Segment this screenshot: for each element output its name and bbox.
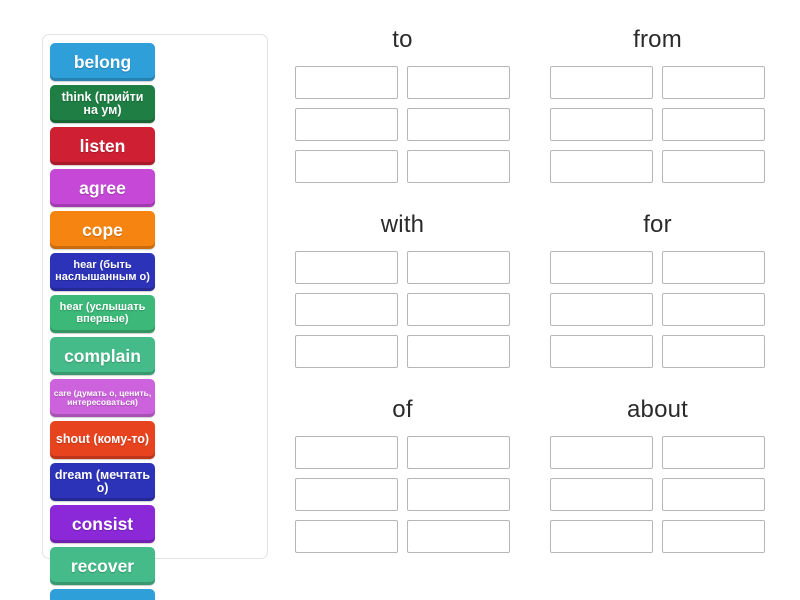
category-group: about: [543, 398, 772, 573]
drop-slot[interactable]: [662, 108, 765, 141]
slot-grid: [295, 66, 510, 183]
word-tile[interactable]: complain: [50, 337, 155, 375]
word-tile[interactable]: care (думать о, ценить, интересоваться): [50, 379, 155, 417]
word-tile[interactable]: agree: [50, 169, 155, 207]
slot-grid: [550, 436, 765, 553]
word-tile[interactable]: think (прийти на ум): [50, 85, 155, 123]
drop-slot[interactable]: [295, 478, 398, 511]
drop-slot[interactable]: [295, 150, 398, 183]
word-tile[interactable]: belong: [50, 43, 155, 81]
drop-slot[interactable]: [550, 108, 653, 141]
drop-slot[interactable]: [295, 66, 398, 99]
drop-slot[interactable]: [550, 478, 653, 511]
word-tile[interactable]: consist: [50, 505, 155, 543]
word-tile[interactable]: charge: [50, 589, 155, 600]
word-tile[interactable]: hear (услышать впервые): [50, 295, 155, 333]
drop-slot[interactable]: [662, 520, 765, 553]
drop-slot[interactable]: [295, 335, 398, 368]
drop-slot[interactable]: [662, 293, 765, 326]
word-tile[interactable]: dream (мечтать о): [50, 463, 155, 501]
category-title: with: [380, 211, 425, 238]
drop-slot[interactable]: [407, 520, 510, 553]
category-group: of: [288, 398, 517, 573]
category-group: from: [543, 28, 772, 203]
word-tile[interactable]: recover: [50, 547, 155, 585]
category-group: to: [288, 28, 517, 203]
drop-slot[interactable]: [407, 251, 510, 284]
word-tile[interactable]: hear (быть наслышанным о): [50, 253, 155, 291]
drop-slot[interactable]: [550, 66, 653, 99]
category-group: for: [543, 213, 772, 388]
drop-slot[interactable]: [407, 108, 510, 141]
category-title: for: [643, 211, 672, 238]
drop-slot[interactable]: [550, 520, 653, 553]
drop-slot[interactable]: [662, 335, 765, 368]
category-title: of: [392, 396, 413, 423]
drop-slot[interactable]: [295, 436, 398, 469]
drop-slot[interactable]: [662, 150, 765, 183]
drop-slot[interactable]: [407, 436, 510, 469]
word-tile[interactable]: cope: [50, 211, 155, 249]
drop-slot[interactable]: [662, 66, 765, 99]
drop-slot[interactable]: [662, 478, 765, 511]
slot-grid: [550, 66, 765, 183]
category-title: from: [633, 26, 682, 53]
drop-slot[interactable]: [295, 251, 398, 284]
category-drop-zones: to from with for of about: [288, 28, 772, 573]
drop-slot[interactable]: [662, 251, 765, 284]
drop-slot[interactable]: [407, 293, 510, 326]
word-tile[interactable]: shout (кому-то): [50, 421, 155, 459]
drop-slot[interactable]: [550, 251, 653, 284]
category-title: about: [626, 396, 689, 423]
drop-slot[interactable]: [407, 66, 510, 99]
slot-grid: [295, 436, 510, 553]
slot-grid: [550, 251, 765, 368]
drop-slot[interactable]: [295, 520, 398, 553]
group-sort-activity: belong think (прийти на ум) listen agree cop…: [0, 0, 800, 600]
slot-grid: [295, 251, 510, 368]
word-tile[interactable]: listen: [50, 127, 155, 165]
drop-slot[interactable]: [550, 436, 653, 469]
drop-slot[interactable]: [550, 150, 653, 183]
drop-slot[interactable]: [295, 108, 398, 141]
drop-slot[interactable]: [407, 335, 510, 368]
category-group: with: [288, 213, 517, 388]
drop-slot[interactable]: [407, 150, 510, 183]
word-tile-tray[interactable]: belong think (прийти на ум) listen agree cop…: [42, 34, 268, 600]
drop-slot[interactable]: [662, 436, 765, 469]
drop-slot[interactable]: [550, 293, 653, 326]
drop-slot[interactable]: [407, 478, 510, 511]
drop-slot[interactable]: [295, 293, 398, 326]
category-title: to: [392, 26, 413, 53]
drop-slot[interactable]: [550, 335, 653, 368]
